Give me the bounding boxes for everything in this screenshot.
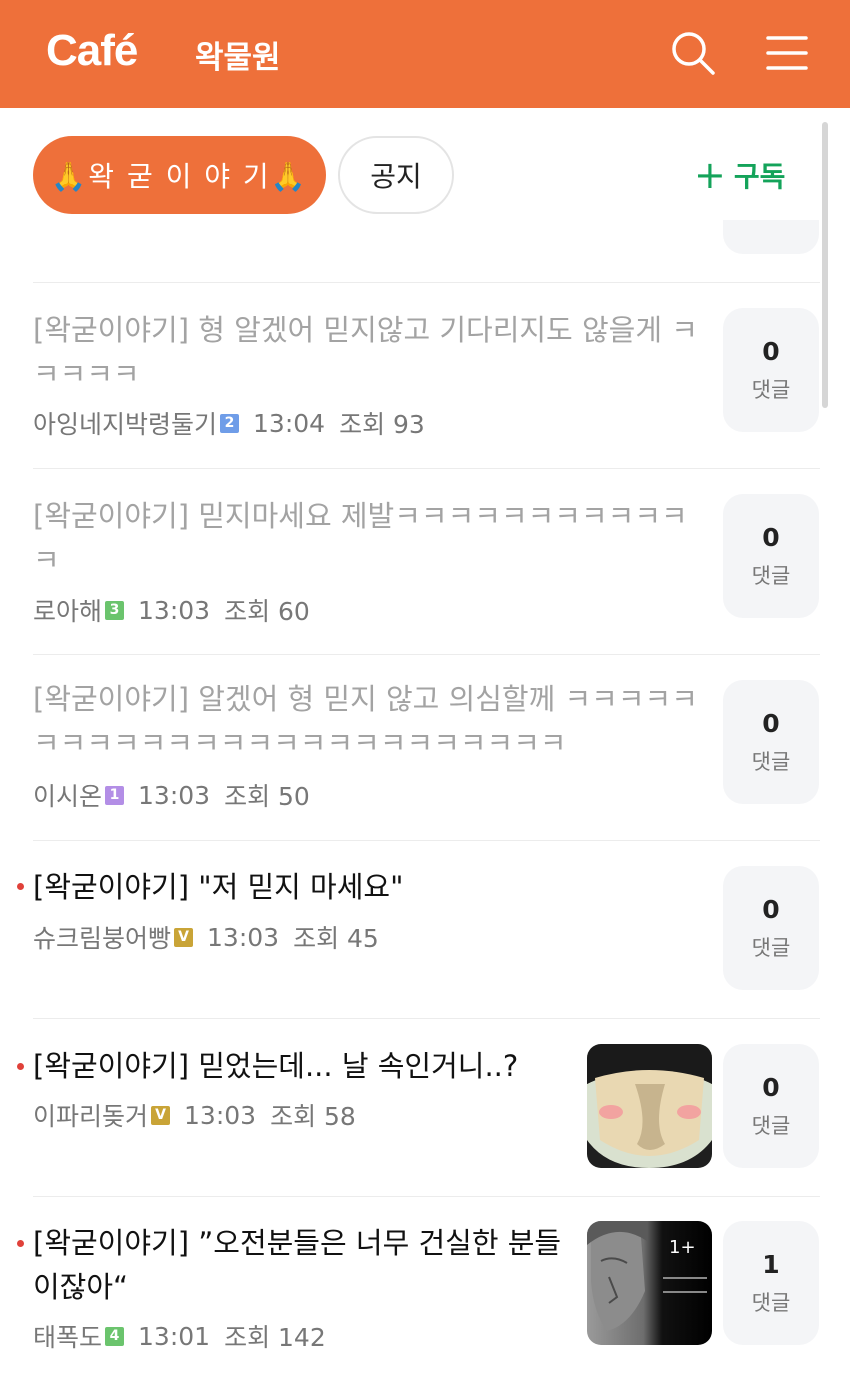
post-meta: 태폭도 4 13:01 조회 142 (33, 1318, 326, 1354)
search-icon[interactable] (670, 30, 716, 76)
menu-icon[interactable] (766, 34, 808, 72)
unread-dot (17, 1063, 24, 1070)
post-author[interactable]: 로아해 (33, 592, 102, 628)
comment-box-partial (723, 220, 819, 254)
comment-label: 댓글 (751, 1290, 791, 1315)
notice-chip[interactable]: 공지 (338, 136, 454, 214)
comment-label: 댓글 (751, 749, 791, 774)
level-badge: 2 (220, 413, 240, 433)
cafe-name[interactable]: 왁물원 (195, 32, 281, 77)
post-author[interactable]: 태폭도 (33, 1318, 102, 1354)
comment-label: 댓글 (751, 377, 791, 402)
thumbnail-label: 1+ (669, 1237, 696, 1258)
post-time: 13:03 (138, 595, 211, 625)
comment-count: 0 (762, 1072, 780, 1102)
post-meta: 이파리돚거 V 13:03 조회 58 (33, 1097, 356, 1133)
level-badge: V (174, 927, 194, 947)
post-author[interactable]: 이시온 (33, 777, 102, 813)
comment-count: 0 (762, 522, 780, 552)
comment-label: 댓글 (751, 1113, 791, 1138)
post-item[interactable]: [왁굳이야기] 알겠어 형 믿지 않고 의심할께 ㅋㅋㅋㅋㅋㅋㅋㅋㅋㅋㅋㅋㅋㅋㅋ… (0, 655, 850, 840)
comment-count-box[interactable]: 0 댓글 (723, 308, 819, 432)
level-badge: 3 (105, 600, 125, 620)
comment-count-box[interactable]: 1 댓글 (723, 1221, 819, 1345)
post-thumbnail[interactable] (587, 1044, 712, 1168)
post-title[interactable]: [왁굳이야기] 믿지마세요 제발ㅋㅋㅋㅋㅋㅋㅋㅋㅋㅋㅋㅋ (33, 494, 703, 582)
comment-count: 0 (762, 336, 780, 366)
post-meta: 로아해 3 13:03 조회 60 (33, 592, 310, 628)
post-views: 조회 93 (339, 410, 425, 439)
post-author[interactable]: 이파리돚거 (33, 1097, 148, 1133)
level-badge: 1 (105, 785, 125, 805)
post-title[interactable]: [왁굳이야기] 알겠어 형 믿지 않고 의심할께 ㅋㅋㅋㅋㅋㅋㅋㅋㅋㅋㅋㅋㅋㅋㅋ… (33, 677, 703, 765)
comment-count: 0 (762, 708, 780, 738)
comment-count-box[interactable]: 0 댓글 (723, 494, 819, 618)
post-author[interactable]: 슈크림붕어빵 (33, 919, 171, 955)
post-title[interactable]: [왁굳이야기] 믿었는데... 날 속인거니..? (33, 1044, 573, 1088)
post-item[interactable]: [왁굳이야기] 형 알겠어 믿지않고 기다리지도 않을게 ㅋㅋㅋㅋㅋ 아잉네지박… (0, 283, 850, 468)
level-badge: V (151, 1105, 171, 1125)
post-item[interactable]: [왁굳이야기] "저 믿지 마세요" 슈크림붕어빵 V 13:03 조회 45 … (0, 841, 850, 1018)
post-title[interactable]: [왁굳이야기] ”오전분들은 너무 건실한 분들이잖아“ (33, 1221, 573, 1309)
plus-icon: + (694, 153, 726, 197)
cafe-logo[interactable]: Café (46, 26, 138, 76)
post-time: 13:01 (138, 1321, 211, 1351)
post-title[interactable]: [왁굳이야기] "저 믿지 마세요" (33, 865, 703, 909)
level-badge: 4 (105, 1326, 125, 1346)
post-item[interactable]: [왁굳이야기] 믿었는데... 날 속인거니..? 이파리돚거 V 13:03 … (0, 1019, 850, 1196)
comment-count-box[interactable]: 0 댓글 (723, 866, 819, 990)
post-views: 조회 50 (224, 782, 310, 811)
post-time: 13:03 (207, 922, 280, 952)
post-views: 조회 60 (224, 597, 310, 626)
comment-label: 댓글 (751, 935, 791, 960)
post-item[interactable]: [왁굳이야기] ”오전분들은 너무 건실한 분들이잖아“ 태폭도 4 13:01… (0, 1197, 850, 1380)
unread-dot (17, 883, 24, 890)
unread-dot (17, 1240, 24, 1247)
board-chip-active[interactable]: 🙏왁 굳 이 야 기🙏 (33, 136, 326, 214)
comment-count-box[interactable]: 0 댓글 (723, 1044, 819, 1168)
top-bar: Café 왁물원 (0, 0, 850, 108)
comment-count-box[interactable]: 0 댓글 (723, 680, 819, 804)
post-views: 조회 58 (270, 1102, 356, 1131)
post-time: 13:03 (184, 1100, 257, 1130)
subscribe-button[interactable]: + 구독 (694, 155, 785, 195)
comment-label: 댓글 (751, 563, 791, 588)
post-author[interactable]: 아잉네지박령둘기 (33, 405, 217, 441)
comment-count: 1 (762, 1249, 780, 1279)
comment-count: 0 (762, 894, 780, 924)
post-time: 13:03 (138, 780, 211, 810)
post-time: 13:04 (253, 408, 326, 438)
post-meta: 슈크림붕어빵 V 13:03 조회 45 (33, 919, 379, 955)
post-views: 조회 142 (224, 1323, 326, 1352)
subscribe-label: 구독 (733, 160, 786, 193)
post-thumbnail[interactable]: 1+ (587, 1221, 712, 1345)
post-meta: 이시온 1 13:03 조회 50 (33, 777, 310, 813)
post-title[interactable]: [왁굳이야기] 형 알겠어 믿지않고 기다리지도 않을게 ㅋㅋㅋㅋㅋ (33, 308, 703, 396)
post-views: 조회 45 (293, 924, 379, 953)
post-item[interactable]: [왁굳이야기] 믿지마세요 제발ㅋㅋㅋㅋㅋㅋㅋㅋㅋㅋㅋㅋ 로아해 3 13:03… (0, 469, 850, 654)
post-meta: 아잉네지박령둘기 2 13:04 조회 93 (33, 405, 425, 441)
